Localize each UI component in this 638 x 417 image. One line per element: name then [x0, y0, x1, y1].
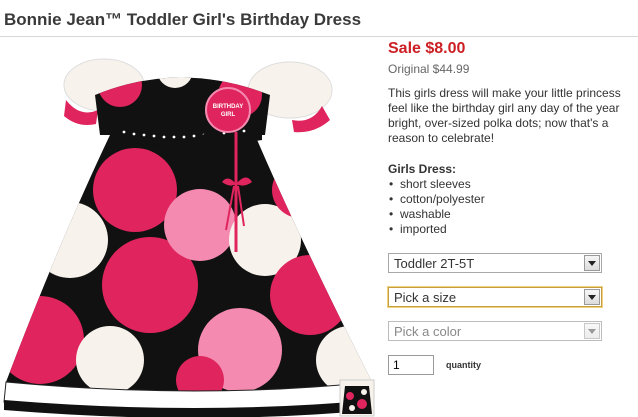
badge-line-2: GIRL — [221, 112, 236, 118]
birthday-badge — [205, 87, 251, 133]
dress-illustration: BIRTHDAY GIRL — [3, 58, 375, 417]
features-heading: Girls Dress: — [388, 162, 457, 176]
feature-item: cotton/polyester — [388, 192, 485, 207]
size-select[interactable]: Pick a size — [388, 287, 602, 307]
size-range-select[interactable]: Toddler 2T-5T — [388, 253, 602, 273]
feature-item: imported — [388, 222, 485, 237]
product-image[interactable]: BIRTHDAY GIRL — [0, 40, 380, 417]
product-title: Bonnie Jean™ Toddler Girl's Birthday Dre… — [4, 10, 362, 29]
title-bar: Bonnie Jean™ Toddler Girl's Birthday Dre… — [0, 0, 638, 37]
product-description: This girls dress will make your little p… — [388, 86, 621, 145]
sale-price: Sale $8.00 — [388, 40, 466, 57]
original-price: Original $44.99 — [388, 62, 470, 76]
chevron-down-icon[interactable] — [584, 255, 600, 271]
color-select-value: Pick a color — [394, 324, 462, 339]
size-range-value: Toddler 2T-5T — [394, 256, 475, 271]
color-select[interactable]: Pick a color — [388, 321, 602, 341]
size-select-value: Pick a size — [394, 290, 457, 305]
quantity-input[interactable] — [388, 355, 434, 375]
quantity-label: quantity — [446, 360, 481, 370]
chevron-down-icon[interactable] — [584, 289, 600, 305]
badge-line-1: BIRTHDAY — [213, 104, 243, 110]
features-list: short sleeves cotton/polyester washable … — [388, 177, 485, 237]
chevron-down-icon[interactable] — [584, 323, 600, 339]
thumbnail-image[interactable] — [339, 379, 375, 417]
skirt — [6, 135, 372, 391]
feature-item: washable — [388, 207, 485, 222]
feature-item: short sleeves — [388, 177, 485, 192]
